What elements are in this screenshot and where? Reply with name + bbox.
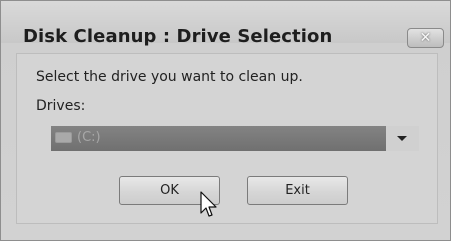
hard-drive-icon — [55, 132, 72, 143]
mouse-cursor-icon — [200, 191, 217, 217]
exit-button[interactable]: Exit — [247, 176, 348, 205]
chevron-down-icon[interactable] — [397, 136, 407, 141]
disk-cleanup-dialog: Disk Cleanup : Drive Selection ✕ Select … — [0, 0, 451, 241]
window-title: Disk Cleanup : Drive Selection — [23, 26, 333, 47]
drives-dropdown[interactable]: (C:) — [51, 126, 419, 151]
close-button[interactable]: ✕ — [407, 28, 444, 48]
selected-drive-item[interactable]: (C:) — [51, 126, 386, 151]
title-bar: Disk Cleanup : Drive Selection ✕ — [1, 1, 450, 48]
instruction-text: Select the drive you want to clean up. — [36, 69, 303, 85]
selected-drive-label: (C:) — [77, 130, 101, 145]
close-icon: ✕ — [419, 30, 432, 46]
drives-label: Drives: — [36, 98, 86, 114]
